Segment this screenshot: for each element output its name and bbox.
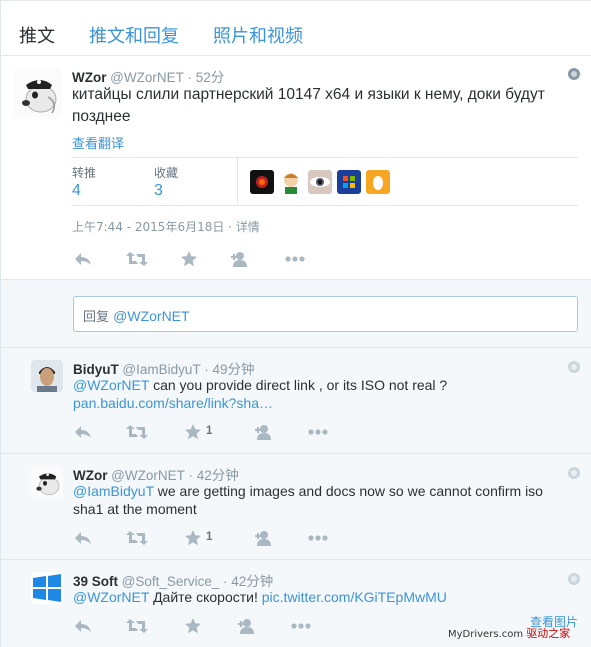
tab-tweets[interactable]: 推文 xyxy=(19,22,55,48)
tweet-body: can you provide direct link , or its ISO… xyxy=(149,377,448,393)
tweet-timestamp[interactable]: · 52分 xyxy=(187,70,224,85)
stats-divider xyxy=(237,158,238,205)
author-name[interactable]: BidyuT xyxy=(73,362,119,377)
reply-tweet: WZor @WZorNET · 42分钟 @IamBidyuT we are g… xyxy=(1,454,591,560)
tweet-header: BidyuT @IamBidyuT · 49分钟 xyxy=(73,358,255,378)
profile-timeline: 推文 推文和回复 照片和视频 WZor @WZorNET · 52分 китай… xyxy=(0,0,591,647)
follow-add-user-icon[interactable] xyxy=(254,530,276,546)
tweet-text: @IamBidyuT we are getting images and doc… xyxy=(73,482,573,518)
favorite-star-icon[interactable]: 1 xyxy=(184,424,224,440)
watermark-cn: 驱动之家 xyxy=(526,627,571,640)
favorite-star-icon[interactable]: 1 xyxy=(184,530,224,546)
favorite-stat-label: 收藏 xyxy=(154,166,179,180)
tweet-timestamp[interactable]: · 49分钟 xyxy=(204,362,254,377)
tweet-stats: 转推 4 收藏 3 xyxy=(72,157,578,206)
avatar[interactable] xyxy=(31,466,63,498)
tweet-timestamp[interactable]: · 42分钟 xyxy=(188,468,238,483)
favoriter-avatar[interactable] xyxy=(308,170,332,194)
mention-link[interactable]: @WZorNET xyxy=(73,377,149,393)
follow-add-user-icon[interactable] xyxy=(230,251,252,267)
tweet-actions xyxy=(74,251,314,267)
globe-icon xyxy=(568,361,580,373)
tab-photos-and-videos[interactable]: 照片和视频 xyxy=(213,22,303,48)
avatar[interactable] xyxy=(31,572,63,604)
avatar[interactable] xyxy=(14,69,62,117)
tweet-text: @WZorNET Дайте скорости! pic.twitter.com… xyxy=(73,588,573,606)
watermark: MyDrivers.com 驱动之家 xyxy=(448,625,570,641)
reply-icon[interactable] xyxy=(74,618,92,634)
reply-icon[interactable] xyxy=(74,424,92,440)
more-options-icon[interactable] xyxy=(307,530,329,546)
reply-input-mention: @WZorNET xyxy=(113,308,190,324)
retweet-count: 4 xyxy=(72,182,81,199)
retweet-icon[interactable] xyxy=(126,251,148,267)
tweet-header: WZor @WZorNET · 52分 xyxy=(72,66,224,86)
author-handle[interactable]: @WZorNET xyxy=(110,70,184,85)
url-link[interactable]: pan.baidu.com/share/link?sha… xyxy=(73,395,273,411)
globe-icon xyxy=(568,467,580,479)
media-link[interactable]: pic.twitter.com/KGiTEpMwMU xyxy=(262,589,447,605)
more-options-icon[interactable] xyxy=(290,618,312,634)
author-name[interactable]: WZor xyxy=(73,468,108,483)
favoriter-avatar[interactable] xyxy=(279,170,303,194)
retweet-icon[interactable] xyxy=(126,530,148,546)
favorite-count: 3 xyxy=(154,182,163,199)
retweet-stat[interactable]: 转推 4 xyxy=(72,164,96,200)
author-handle[interactable]: @Soft_Service_ xyxy=(122,574,220,589)
tweet-text: китайцы слили партнерский 10147 x64 и яз… xyxy=(72,86,545,125)
globe-icon xyxy=(568,573,580,585)
mention-link[interactable]: @WZorNET xyxy=(73,589,149,605)
globe-icon xyxy=(568,68,580,80)
tweet-header: 39 Soft @Soft_Service_ · 42分钟 xyxy=(73,570,273,590)
reply-composer: 回复 @WZorNET xyxy=(1,280,591,348)
reply-icon[interactable] xyxy=(74,530,92,546)
tweet-actions xyxy=(74,618,334,634)
translate-link[interactable]: 查看翻译 xyxy=(72,133,124,152)
favoriter-avatar[interactable] xyxy=(250,170,274,194)
author-handle[interactable]: @WZorNET xyxy=(111,468,185,483)
favoriter-avatar[interactable] xyxy=(366,170,390,194)
reply-input-prefix: 回复 xyxy=(83,310,114,325)
retweet-icon[interactable] xyxy=(126,618,148,634)
reply-input[interactable]: 回复 @WZorNET xyxy=(73,296,578,332)
favorite-star-icon[interactable] xyxy=(180,251,198,267)
tweet-body: Дайте скорости! xyxy=(149,589,262,605)
more-options-icon[interactable] xyxy=(284,251,306,267)
reply-tweet: BidyuT @IamBidyuT · 49分钟 @WZorNET can yo… xyxy=(1,348,591,454)
tweet-actions: 1 xyxy=(74,424,334,440)
tab-tweets-and-replies[interactable]: 推文和回复 xyxy=(89,22,179,48)
follow-add-user-icon[interactable] xyxy=(254,424,276,440)
tweet-text: @WZorNET can you provide direct link , o… xyxy=(73,376,573,412)
favoriter-avatar[interactable] xyxy=(337,170,361,194)
tweet-meta[interactable]: 上午7:44 - 2015年6月18日 · 详情 xyxy=(72,218,260,235)
avatar[interactable] xyxy=(31,360,63,392)
reply-icon[interactable] xyxy=(74,251,92,267)
timeline-tabs: 推文 推文和回复 照片和视频 xyxy=(1,1,591,56)
retweet-stat-label: 转推 xyxy=(72,166,97,180)
retweet-icon[interactable] xyxy=(126,424,148,440)
author-name[interactable]: 39 Soft xyxy=(73,574,118,589)
follow-add-user-icon[interactable] xyxy=(237,618,259,634)
main-tweet: WZor @WZorNET · 52分 китайцы слили партне… xyxy=(1,56,591,280)
tweet-header: WZor @WZorNET · 42分钟 xyxy=(73,464,239,484)
favorite-count: 1 xyxy=(206,531,213,543)
author-handle[interactable]: @IamBidyuT xyxy=(122,362,200,377)
watermark-site: MyDrivers.com xyxy=(448,629,524,640)
favorite-star-icon[interactable] xyxy=(184,618,202,634)
tweet-actions: 1 xyxy=(74,530,334,546)
favorite-stat[interactable]: 收藏 3 xyxy=(154,164,178,200)
tweet-timestamp[interactable]: · 42分钟 xyxy=(223,574,273,589)
author-name[interactable]: WZor xyxy=(72,70,107,85)
favorite-count: 1 xyxy=(206,425,213,437)
more-options-icon[interactable] xyxy=(307,424,329,440)
mention-link[interactable]: @IamBidyuT xyxy=(73,483,154,499)
